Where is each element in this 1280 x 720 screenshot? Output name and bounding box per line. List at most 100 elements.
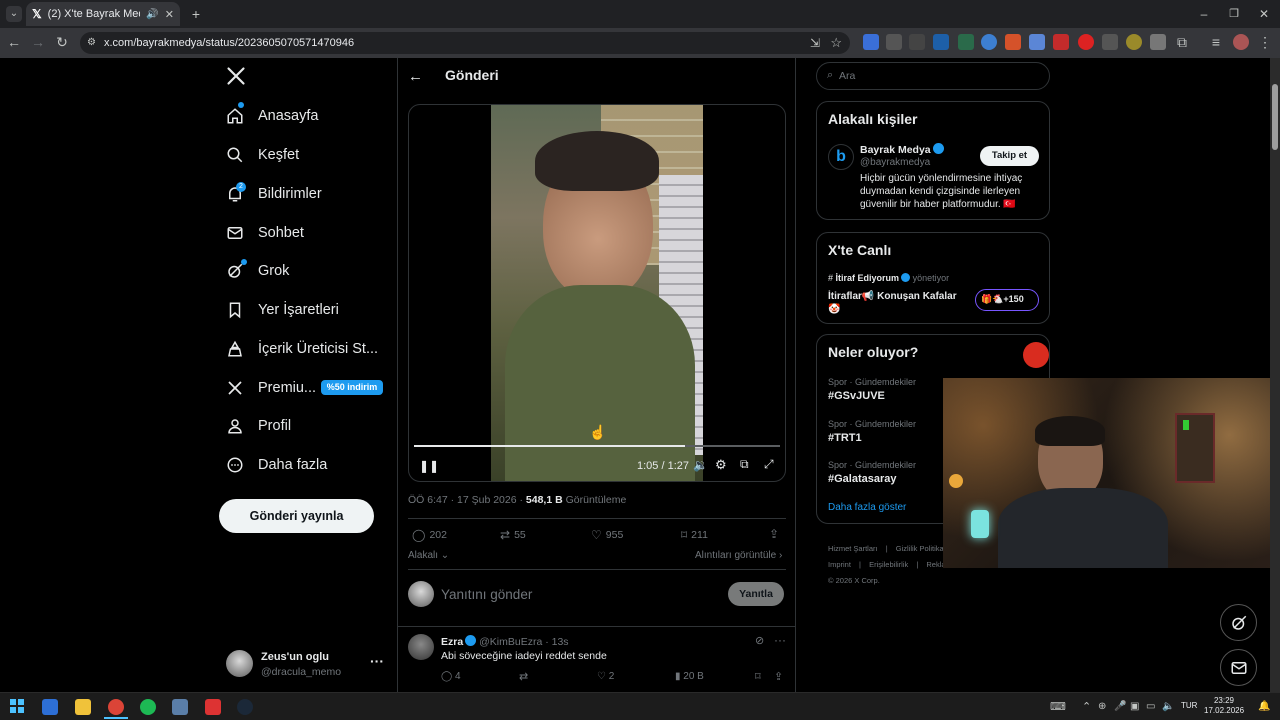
fullscreen-icon[interactable]: ⤢ xyxy=(764,457,774,472)
reply-like-action[interactable]: ♡ 2 xyxy=(597,671,614,682)
related-handle[interactable]: @bayrakmedya xyxy=(860,157,930,168)
reply-action[interactable]: ◯ 202 xyxy=(412,528,447,542)
app-icon[interactable] xyxy=(205,699,221,715)
bookmark-star-icon[interactable]: ☆ xyxy=(830,35,842,51)
bayrak-medya-avatar[interactable]: b xyxy=(828,144,854,170)
address-bar[interactable]: ⚙ x.com/bayrakmedya/status/2023605070571… xyxy=(80,32,850,54)
live-host[interactable]: # İtiraf Ediyorum yönetiyor xyxy=(828,273,949,283)
post-button[interactable]: Gönderi yayınla xyxy=(219,499,374,533)
related-name[interactable]: Bayrak Medya xyxy=(860,143,944,156)
show-more-link[interactable]: Daha fazla göster xyxy=(828,502,906,513)
show-hidden-icons[interactable]: ⌃ xyxy=(1082,699,1091,715)
input-language[interactable]: TUR xyxy=(1181,701,1197,710)
reply-reply-action[interactable]: ◯ 4 xyxy=(441,671,461,682)
extension-icon[interactable] xyxy=(981,34,997,50)
extension-icon[interactable] xyxy=(1150,34,1166,50)
trend-item[interactable]: Spor · Gündemdekiler #Galatasaray xyxy=(828,460,916,485)
video-progress-track[interactable] xyxy=(414,445,780,447)
reading-list-icon[interactable]: ≡ xyxy=(1208,34,1224,50)
reply-repost-icon[interactable]: ⇄ xyxy=(519,670,528,683)
reply-author-handle[interactable]: @KimBuEzra xyxy=(479,636,542,648)
adblock-extension-icon[interactable] xyxy=(1053,34,1069,50)
sidebar-item-bookmarks[interactable]: Yer İşaretleri xyxy=(226,295,339,325)
steam-icon[interactable] xyxy=(237,699,253,715)
page-scrollbar[interactable] xyxy=(1270,58,1280,692)
sidebar-item-explore[interactable]: Keşfet xyxy=(226,140,299,170)
site-info-icon[interactable]: ⚙ xyxy=(87,37,96,48)
reload-icon[interactable]: ↻ xyxy=(54,34,70,50)
footer-link[interactable]: Imprint xyxy=(828,560,851,569)
sidebar-item-profile[interactable]: Profil xyxy=(226,411,291,441)
sidebar-item-chat[interactable]: Sohbet xyxy=(226,218,304,248)
extension-icon[interactable] xyxy=(958,34,974,50)
search-input[interactable]: Ara xyxy=(839,70,855,82)
file-explorer-icon[interactable] xyxy=(75,699,91,715)
extension-icon[interactable] xyxy=(933,34,949,50)
close-tab-icon[interactable]: ✕ xyxy=(165,8,174,21)
profile-avatar-icon[interactable] xyxy=(1233,34,1249,50)
popout-icon[interactable]: ⧉ xyxy=(740,457,749,472)
share-icon[interactable]: ⇪ xyxy=(769,527,779,541)
tray-icon[interactable]: ▣ xyxy=(1130,699,1139,715)
bookmark-action[interactable]: ⌑ 211 xyxy=(681,528,708,542)
messages-fab-button[interactable] xyxy=(1220,649,1257,686)
reply-button[interactable]: Yanıtla xyxy=(728,582,784,606)
live-title[interactable]: İtiraflar📢 Konuşan Kafalar 🤡 xyxy=(828,290,968,316)
reply-input[interactable]: Yanıtını gönder xyxy=(441,587,532,602)
grok-icon[interactable]: ⊘ xyxy=(755,634,764,647)
footer-link[interactable]: Hizmet Şartları xyxy=(828,544,878,553)
sidebar-item-premium[interactable]: Premiu... xyxy=(226,373,316,403)
reply-author-name[interactable]: Ezra xyxy=(441,636,463,648)
grok-fab-button[interactable] xyxy=(1220,604,1257,641)
avatar[interactable] xyxy=(408,634,434,660)
more-options-icon[interactable]: ··· xyxy=(774,633,786,647)
restore-window-button[interactable]: ❐ xyxy=(1226,6,1242,22)
sidebar-item-creator-studio[interactable]: İçerik Üreticisi St... xyxy=(226,334,378,364)
new-tab-button[interactable]: + xyxy=(188,6,204,22)
notifications-icon[interactable]: 🔔 xyxy=(1258,699,1270,715)
extension-icon[interactable] xyxy=(1029,34,1045,50)
live-listeners[interactable]: 🎁🐔+150 xyxy=(975,289,1039,311)
extension-icon[interactable] xyxy=(1102,34,1118,50)
footer-link[interactable]: Gizlilik Politikası xyxy=(896,544,950,553)
extension-icon[interactable] xyxy=(909,34,925,50)
reply-views[interactable]: ▮ 20 B xyxy=(675,671,704,682)
repost-action[interactable]: ⇄ 55 xyxy=(500,528,526,542)
trend-item[interactable]: Spor · Gündemdekiler #GSvJUVE xyxy=(828,377,916,402)
settings-gear-icon[interactable]: ⚙ xyxy=(715,457,727,473)
forward-icon[interactable]: → xyxy=(30,34,46,50)
install-app-icon[interactable]: ⇲ xyxy=(810,35,820,51)
tray-icon[interactable]: ⊕ xyxy=(1098,699,1106,715)
extension-icon[interactable] xyxy=(1126,34,1142,50)
browser-menu-icon[interactable]: ⋮ xyxy=(1257,34,1273,50)
x-logo-icon[interactable] xyxy=(226,66,248,88)
chrome-icon[interactable] xyxy=(108,699,124,715)
like-action[interactable]: ♡ 955 xyxy=(591,528,623,542)
trend-item[interactable]: Spor · Gündemdekiler #TRT1 xyxy=(828,419,916,444)
back-arrow-icon[interactable]: ← xyxy=(408,68,423,85)
app-icon[interactable] xyxy=(42,699,58,715)
reply-share-icon[interactable]: ⇪ xyxy=(774,670,783,683)
extension-icon[interactable] xyxy=(863,34,879,50)
extension-icon[interactable] xyxy=(886,34,902,50)
speaker-icon[interactable]: 🔊 xyxy=(146,9,158,20)
minimize-window-button[interactable]: – xyxy=(1196,6,1212,22)
pause-icon[interactable]: ❚❚ xyxy=(419,459,439,473)
scrollbar-thumb[interactable] xyxy=(1272,84,1278,150)
footer-link[interactable]: Erişilebilirlik xyxy=(869,560,908,569)
app-icon[interactable] xyxy=(172,699,188,715)
microphone-icon[interactable]: 🎤 xyxy=(1114,699,1126,715)
view-quotes-link[interactable]: Alıntıları görüntüle › xyxy=(695,550,782,561)
account-more-icon[interactable]: ··· xyxy=(370,653,384,669)
reply-bookmark-icon[interactable]: ⌑ xyxy=(755,670,761,683)
sidebar-item-more[interactable]: Daha fazla xyxy=(226,450,327,480)
browser-tab[interactable]: 𝕏 (2) X'te Bayrak Medya: "Sai 🔊 ✕ xyxy=(26,2,180,26)
volume-icon[interactable]: 🔈 xyxy=(1162,699,1174,715)
back-icon[interactable]: ← xyxy=(6,34,22,50)
extensions-puzzle-icon[interactable]: ⧉ xyxy=(1174,34,1190,50)
tab-search-button[interactable]: ⌄ xyxy=(6,6,22,22)
search-box[interactable]: ⌕ Ara xyxy=(816,62,1050,90)
keyboard-icon[interactable]: ⌨ xyxy=(1050,699,1066,715)
account-switcher[interactable]: Zeus'un oglu @dracula_memo ··· xyxy=(226,648,392,680)
volume-icon[interactable]: 🔉 xyxy=(693,458,708,472)
